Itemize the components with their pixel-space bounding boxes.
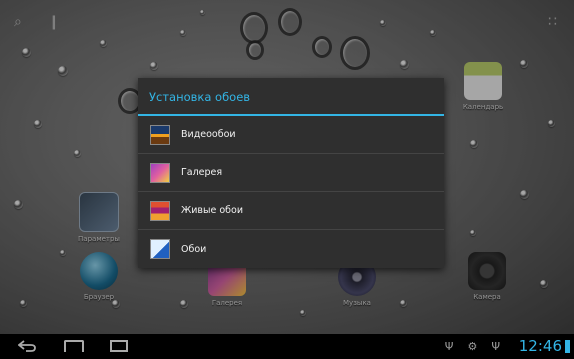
clock[interactable]: 12:46 xyxy=(519,337,562,355)
back-icon[interactable] xyxy=(18,340,36,352)
option-label: Живые обои xyxy=(181,205,244,216)
notification-icons[interactable]: Ψ⚙Ψ xyxy=(445,340,514,353)
battery-icon xyxy=(565,340,570,353)
android-debug-icon: ⚙ xyxy=(467,340,492,353)
option-live-wallpaper[interactable]: Живые обои xyxy=(138,192,444,230)
option-video-wallpaper[interactable]: Видеообои xyxy=(138,116,444,154)
video-wallpaper-icon xyxy=(150,124,170,145)
wallpaper-icon xyxy=(150,239,170,259)
option-label: Видеообои xyxy=(181,129,236,140)
option-wallpaper[interactable]: Обои xyxy=(138,230,444,268)
option-label: Галерея xyxy=(181,167,223,178)
usb-icon: Ψ xyxy=(491,340,514,353)
gallery-icon xyxy=(150,162,170,183)
usb-icon: Ψ xyxy=(444,340,468,353)
dialog-title: Установка обоев xyxy=(138,78,444,116)
recent-apps-icon[interactable] xyxy=(110,340,128,352)
live-wallpaper-icon xyxy=(150,200,170,221)
home-icon[interactable] xyxy=(64,340,84,352)
wallpaper-chooser-dialog: Установка обоев Видеообои Галерея Живые … xyxy=(138,78,444,268)
option-label: Обои xyxy=(181,243,207,255)
option-gallery[interactable]: Галерея xyxy=(138,154,444,192)
system-navigation-bar: Ψ⚙Ψ 12:46 xyxy=(0,334,574,359)
